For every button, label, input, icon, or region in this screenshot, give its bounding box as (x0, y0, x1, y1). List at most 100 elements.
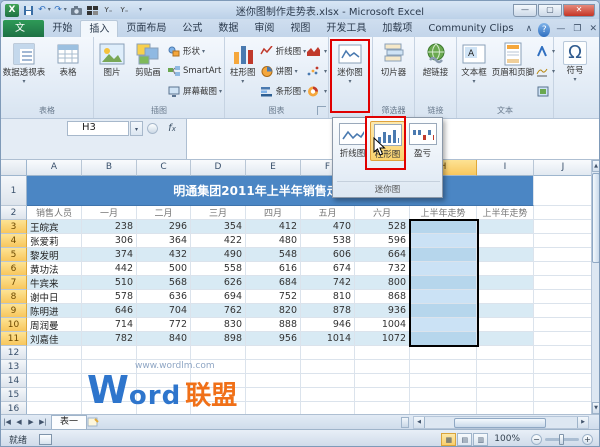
cell-empty[interactable] (410, 346, 477, 360)
row-number-2[interactable]: 2 (1, 206, 27, 220)
tab-formulas[interactable]: 公式 (174, 20, 210, 37)
select-all-corner[interactable] (1, 160, 27, 176)
insert-function2-icon[interactable]: Y₌ (118, 4, 131, 17)
cell-outside[interactable] (534, 276, 593, 290)
cell-empty[interactable] (82, 388, 137, 402)
cell-name[interactable]: 牛宾来 (27, 276, 82, 290)
cell-trend-empty[interactable] (477, 276, 534, 290)
row-number-15[interactable]: 15 (1, 388, 27, 402)
flyout-winloss-sparkline[interactable]: 盈亏 (405, 121, 440, 161)
cell-empty[interactable] (477, 374, 534, 388)
customize-qat-icon[interactable]: ▾ (134, 4, 147, 17)
name-box-dropdown-icon[interactable]: ▾ (130, 121, 143, 136)
column-header-B[interactable]: B (82, 160, 137, 176)
excel-logo-icon[interactable]: X (5, 3, 19, 17)
cell-trend-empty[interactable] (477, 304, 534, 318)
cell-value[interactable]: 946 (301, 318, 355, 332)
view-side-by-side-icon[interactable] (86, 4, 99, 17)
cell-empty[interactable] (137, 346, 191, 360)
cell-value[interactable]: 840 (137, 332, 191, 346)
close-button[interactable]: ✕ (563, 3, 595, 17)
other-charts-button[interactable]: ▾ (307, 81, 327, 101)
workbook-close-icon[interactable]: ✕ (585, 21, 599, 37)
cell-empty[interactable] (82, 360, 137, 374)
cell-value[interactable]: 606 (301, 248, 355, 262)
cell-value[interactable]: 684 (246, 276, 301, 290)
cell-J1[interactable] (534, 176, 593, 206)
tab-page-layout[interactable]: 页面布局 (118, 20, 174, 37)
camera-icon[interactable] (70, 4, 83, 17)
tab-community-clips[interactable]: Community Clips (420, 20, 521, 37)
workbook-minimize-icon[interactable]: — (552, 21, 569, 37)
save-icon[interactable] (22, 4, 35, 17)
cell-empty[interactable] (355, 360, 410, 374)
prev-sheet-icon[interactable]: ◀ (13, 418, 25, 426)
row-number-11[interactable]: 11 (1, 332, 27, 346)
smartart-button[interactable]: SmartArt (167, 61, 222, 81)
undo-icon[interactable]: ↶ ▾ (38, 4, 51, 17)
help-icon[interactable]: ? (538, 23, 551, 37)
zoom-slider[interactable] (545, 433, 579, 445)
row-number-13[interactable]: 13 (1, 360, 27, 374)
cell-value[interactable]: 432 (137, 248, 191, 262)
cell-value[interactable]: 664 (355, 248, 410, 262)
column-header-I[interactable]: I (477, 160, 534, 176)
sparkline-button[interactable]: 迷你图 ▾ (330, 38, 370, 86)
area-chart-button[interactable]: ▾ (307, 41, 327, 61)
cell-name[interactable]: 陈明进 (27, 304, 82, 318)
cell-empty[interactable] (301, 346, 355, 360)
column-header-J[interactable]: J (534, 160, 593, 176)
cell-value[interactable]: 442 (82, 262, 137, 276)
cell-value[interactable]: 306 (82, 234, 137, 248)
symbol-button[interactable]: Ω 符号 ▾ (555, 38, 595, 84)
cell-name[interactable]: 周润曼 (27, 318, 82, 332)
header-cell[interactable]: 四月 (246, 206, 301, 220)
tab-split-handle[interactable] (401, 417, 409, 428)
header-cell[interactable]: 销售人员 (27, 206, 82, 220)
cell-trend-empty[interactable] (477, 318, 534, 332)
tab-insert[interactable]: 插入 (80, 20, 119, 37)
cell-empty[interactable] (246, 346, 301, 360)
cell-empty[interactable] (301, 374, 355, 388)
cell-value[interactable]: 674 (301, 262, 355, 276)
cell-empty[interactable] (534, 388, 593, 402)
vertical-scrollbar[interactable]: ▲ ▼ (591, 160, 599, 414)
cell-value[interactable]: 470 (301, 220, 355, 234)
wordart-button[interactable]: ▾ (536, 41, 555, 61)
name-box[interactable]: H3 (67, 121, 129, 136)
cell-empty[interactable] (82, 402, 137, 414)
cell-name[interactable]: 张爱莉 (27, 234, 82, 248)
cell-value[interactable]: 810 (301, 290, 355, 304)
cell-empty[interactable] (27, 388, 82, 402)
scroll-right-icon[interactable]: ▶ (577, 417, 588, 428)
header-cell[interactable]: 上半年走势 (410, 206, 477, 220)
cell-empty[interactable] (301, 360, 355, 374)
header-cell[interactable]: 六月 (355, 206, 410, 220)
cell-trend-empty[interactable] (477, 234, 534, 248)
signature-line-button[interactable]: ▾ (536, 61, 555, 81)
header-cell[interactable]: 三月 (191, 206, 246, 220)
cell-empty[interactable] (355, 374, 410, 388)
cell-value[interactable]: 820 (246, 304, 301, 318)
cell-sparkline-selected[interactable] (410, 290, 477, 304)
clipart-button[interactable]: 剪贴画 (129, 38, 167, 79)
pivottable-button[interactable]: 数据透视表 ▾ (2, 38, 46, 86)
cell-value[interactable]: 578 (82, 290, 137, 304)
cell-value[interactable]: 490 (191, 248, 246, 262)
cell-value[interactable]: 936 (355, 304, 410, 318)
cell-J2[interactable] (534, 206, 593, 220)
cell-value[interactable]: 1072 (355, 332, 410, 346)
table-button[interactable]: 表格 (46, 38, 90, 79)
cell-outside[interactable] (534, 290, 593, 304)
cell-empty[interactable] (246, 388, 301, 402)
pie-chart-button[interactable]: 饼图 ▾ (260, 61, 307, 81)
cell-value[interactable]: 558 (191, 262, 246, 276)
horizontal-scrollbar[interactable]: ◀ ▶ (413, 416, 589, 429)
cell-empty[interactable] (27, 374, 82, 388)
normal-view-icon[interactable]: ▦ (441, 432, 457, 446)
cell-value[interactable]: 762 (191, 304, 246, 318)
cancel-entry-icon[interactable] (147, 123, 158, 134)
cell-trend-empty[interactable] (477, 220, 534, 234)
cell-value[interactable]: 412 (246, 220, 301, 234)
flyout-line-sparkline[interactable]: 折线图 (335, 121, 370, 161)
